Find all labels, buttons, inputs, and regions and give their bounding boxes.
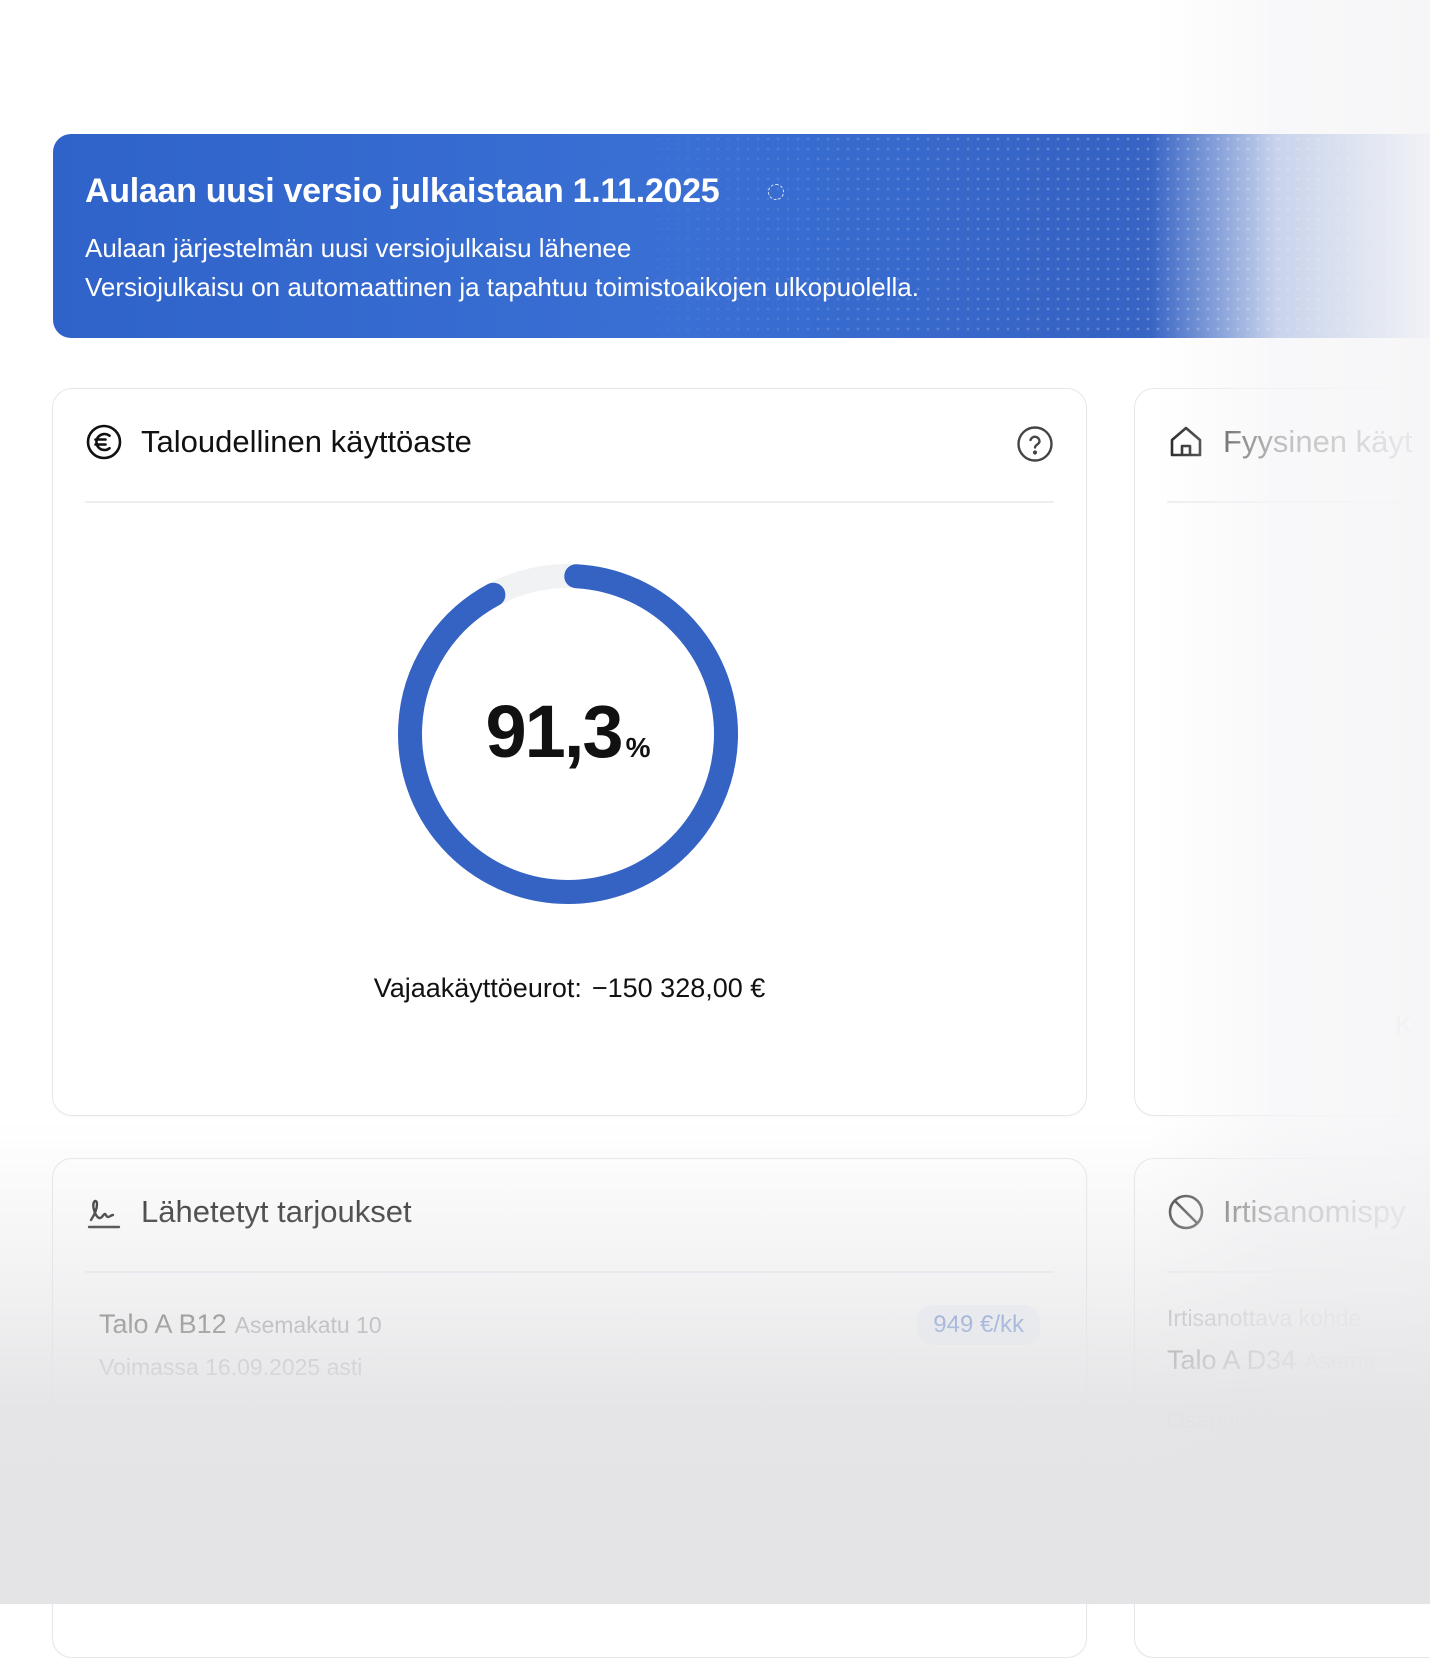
announcement-banner: Aulaan uusi versio julkaistaan 1.11.2025… [53,134,1430,338]
banner-description-line-1: Aulaan järjestelmän uusi versiojulkaisu … [85,233,632,263]
banner-title: Aulaan uusi versio julkaistaan 1.11.2025 [85,172,720,210]
underuse-label: Vajaakäyttöeurot: [373,973,582,1003]
card-title: Lähetetyt tarjoukset [141,1194,412,1229]
card-divider [85,501,1054,503]
economic-utilization-card: Taloudellinen käyttöaste 91,3% Vajaakäyt… [52,388,1087,1116]
sent-offers-card: Lähetetyt tarjoukset Talo A B12 Asemakatu… [52,1158,1087,1658]
termination-address: Asema [1304,1348,1376,1374]
card-divider [85,1271,1054,1273]
banner-description-line-2: Versiojulkaisu on automaattinen ja tapah… [85,272,919,302]
underuse-euros: Vajaakäyttöeurot: −150 328,00 € [53,973,1086,1004]
physical-card-text: K [1395,1009,1414,1040]
card-header: Lähetetyt tarjoukset [85,1193,412,1231]
euro-circle-icon [86,424,122,460]
termination-property: Talo A D34 [1167,1345,1297,1375]
offer-list-item[interactable]: Talo A B12 Asemakatu 10 Voimassa 16.09.20… [99,1305,1040,1381]
termination-target[interactable]: Talo A D34 Asema [1167,1345,1376,1376]
card-title: Taloudellinen käyttöaste [141,424,472,459]
termination-target-label: Irtisanottava kohde [1167,1305,1362,1331]
help-circle-icon[interactable] [1016,425,1054,463]
utilization-gauge: 91,3% [393,559,743,909]
gauge-unit: % [625,732,651,763]
card-title: Fyysinen käyt [1223,424,1413,459]
termination-requests-card: Irtisanomispy Irtisanottava kohde Talo A… [1134,1158,1430,1658]
card-divider [1167,501,1421,503]
banner-loading-icon [768,184,784,200]
house-icon [1170,426,1202,457]
offer-validity: Voimassa 16.09.2025 asti [99,1354,363,1380]
underuse-value: −150 328,00 € [591,973,766,1003]
gauge-percentage: 91,3 [485,690,624,773]
signature-icon [87,1199,121,1229]
offer-price-badge: 949 €/kk [917,1305,1040,1345]
card-header: Irtisanomispy [1167,1193,1406,1231]
offer-address: Asemakatu 10 [234,1312,382,1338]
card-header: Taloudellinen käyttöaste [85,423,472,461]
card-divider [1167,1271,1421,1273]
offer-property: Talo A B12 [99,1309,227,1339]
termination-party: Osapuoli 1 [1167,1407,1277,1433]
card-header: Fyysinen käyt [1167,423,1413,461]
ban-icon [1168,1194,1204,1230]
card-title: Irtisanomispy [1223,1194,1406,1229]
gauge-value: 91,3% [393,689,743,774]
physical-utilization-card: Fyysinen käyt K [1134,388,1430,1116]
banner-dot-pattern [593,134,1430,338]
